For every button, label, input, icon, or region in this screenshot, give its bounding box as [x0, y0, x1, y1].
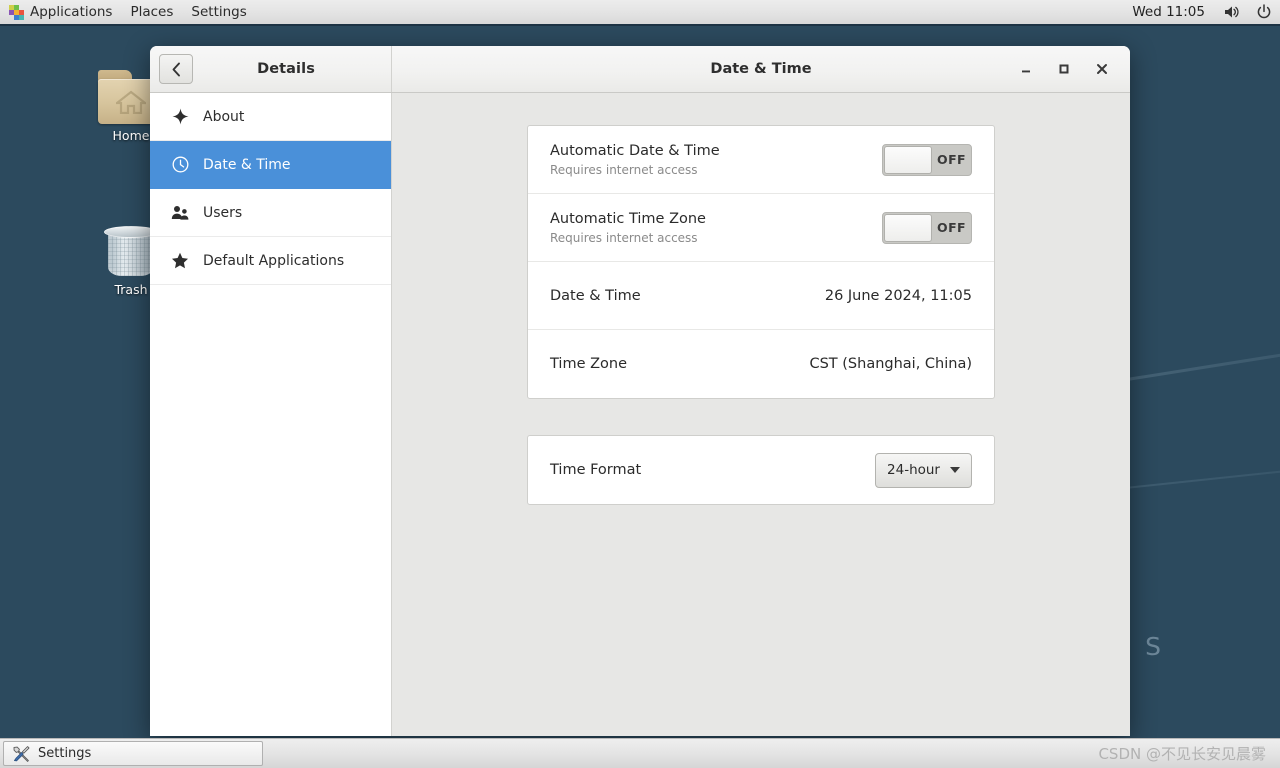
clock-icon: [171, 156, 189, 174]
titlebar-main-section: Date & Time: [392, 46, 1130, 92]
panel-clock[interactable]: Wed 11:05: [1122, 4, 1215, 20]
taskbar: Settings CSDN @不见长安见晨雾: [0, 738, 1280, 768]
row-time-format-text: Time Format: [550, 462, 875, 478]
top-panel: Applications Places Settings Wed 11:05: [0, 0, 1280, 26]
row-automatic-date-time-subtitle: Requires internet access: [550, 162, 698, 177]
settings-window: Details Date & Time About Date & Time Us…: [150, 46, 1130, 736]
back-button[interactable]: [159, 54, 193, 84]
people-icon: [171, 204, 189, 222]
taskbar-window-settings-label: Settings: [38, 746, 92, 761]
taskbar-window-settings[interactable]: Settings: [3, 741, 263, 766]
row-automatic-time-zone-text: Automatic Time Zone Requires internet ac…: [550, 211, 882, 245]
row-date-time[interactable]: Date & Time 26 June 2024, 11:05: [528, 262, 994, 330]
window-titlebar: Details Date & Time: [150, 46, 1130, 93]
automatic-time-zone-toggle-state: OFF: [937, 220, 966, 235]
row-date-time-text: Date & Time: [550, 288, 825, 304]
panel-menu-places[interactable]: Places: [121, 0, 182, 24]
star-icon: [171, 252, 189, 270]
toggle-knob: [884, 145, 932, 174]
sidebar-item-users-label: Users: [203, 204, 243, 221]
maximize-button[interactable]: [1050, 55, 1078, 83]
panel-status-area: Wed 11:05: [1122, 4, 1280, 20]
close-button[interactable]: [1088, 55, 1116, 83]
row-automatic-time-zone: Automatic Time Zone Requires internet ac…: [528, 194, 994, 262]
panel-menu-settings[interactable]: Settings: [182, 0, 255, 24]
row-automatic-date-time-title: Automatic Date & Time: [550, 142, 720, 159]
chevron-down-icon: [950, 467, 960, 473]
datetime-settings-card: Automatic Date & Time Requires internet …: [527, 125, 995, 399]
chevron-left-icon: [172, 62, 180, 76]
window-controls: [1012, 55, 1130, 83]
speaker-icon: [1225, 6, 1239, 18]
row-automatic-date-time: Automatic Date & Time Requires internet …: [528, 126, 994, 194]
window-body: About Date & Time Users Default Applicat…: [150, 93, 1130, 736]
sparkle-icon: [171, 108, 189, 126]
automatic-time-zone-toggle[interactable]: OFF: [882, 211, 972, 244]
row-date-time-value: 26 June 2024, 11:05: [824, 287, 972, 304]
settings-sidebar: About Date & Time Users Default Applicat…: [150, 93, 392, 736]
row-time-zone-value: CST (Shanghai, China): [809, 356, 972, 372]
maximize-icon: [1059, 64, 1069, 74]
power-button[interactable]: [1248, 4, 1280, 20]
sidebar-item-date-time-label: Date & Time: [203, 156, 291, 173]
panel-menu-applications-label: Applications: [30, 4, 113, 20]
sidebar-item-users[interactable]: Users: [150, 189, 391, 237]
row-automatic-date-time-text: Automatic Date & Time Requires internet …: [550, 143, 882, 177]
row-time-format-title: Time Format: [550, 462, 642, 478]
automatic-date-time-toggle-state: OFF: [937, 152, 966, 167]
tools-icon: [13, 745, 30, 762]
sidebar-title: Details: [257, 61, 315, 77]
sidebar-item-default-applications[interactable]: Default Applications: [150, 237, 391, 285]
panel-menu-settings-label: Settings: [191, 4, 247, 20]
time-format-dropdown-value: 24-hour: [887, 462, 940, 478]
settings-content: Automatic Date & Time Requires internet …: [392, 93, 1130, 736]
row-automatic-time-zone-title: Automatic Time Zone: [550, 210, 706, 227]
applications-mosaic-icon: [9, 4, 24, 20]
power-icon: [1257, 4, 1271, 19]
row-date-time-title: Date & Time: [550, 287, 641, 304]
row-time-zone-text: Time Zone: [550, 356, 809, 372]
sidebar-item-date-time[interactable]: Date & Time: [150, 141, 391, 189]
row-time-zone-title: Time Zone: [550, 356, 628, 372]
row-time-zone[interactable]: Time Zone CST (Shanghai, China): [528, 330, 994, 398]
panel-menu-applications[interactable]: Applications: [0, 0, 121, 24]
toggle-knob: [884, 213, 932, 242]
house-glyph-icon: [116, 90, 146, 114]
row-time-format: Time Format 24-hour: [528, 436, 994, 504]
volume-button[interactable]: [1215, 4, 1248, 20]
automatic-date-time-toggle[interactable]: OFF: [882, 143, 972, 176]
titlebar-sidebar-section: Details: [150, 46, 392, 92]
sidebar-item-default-applications-label: Default Applications: [203, 252, 345, 269]
time-format-card: Time Format 24-hour: [527, 435, 995, 505]
watermark: CSDN @不见长安见晨雾: [1098, 745, 1266, 763]
minimize-icon: [1022, 70, 1030, 73]
close-icon: [1097, 64, 1107, 74]
panel-menu-places-label: Places: [130, 4, 174, 20]
sidebar-item-about-label: About: [203, 108, 245, 125]
time-format-dropdown[interactable]: 24-hour: [875, 452, 972, 488]
sidebar-item-about[interactable]: About: [150, 93, 391, 141]
minimize-button[interactable]: [1012, 55, 1040, 83]
trash-mesh: [108, 232, 154, 276]
row-automatic-time-zone-subtitle: Requires internet access: [550, 230, 698, 245]
